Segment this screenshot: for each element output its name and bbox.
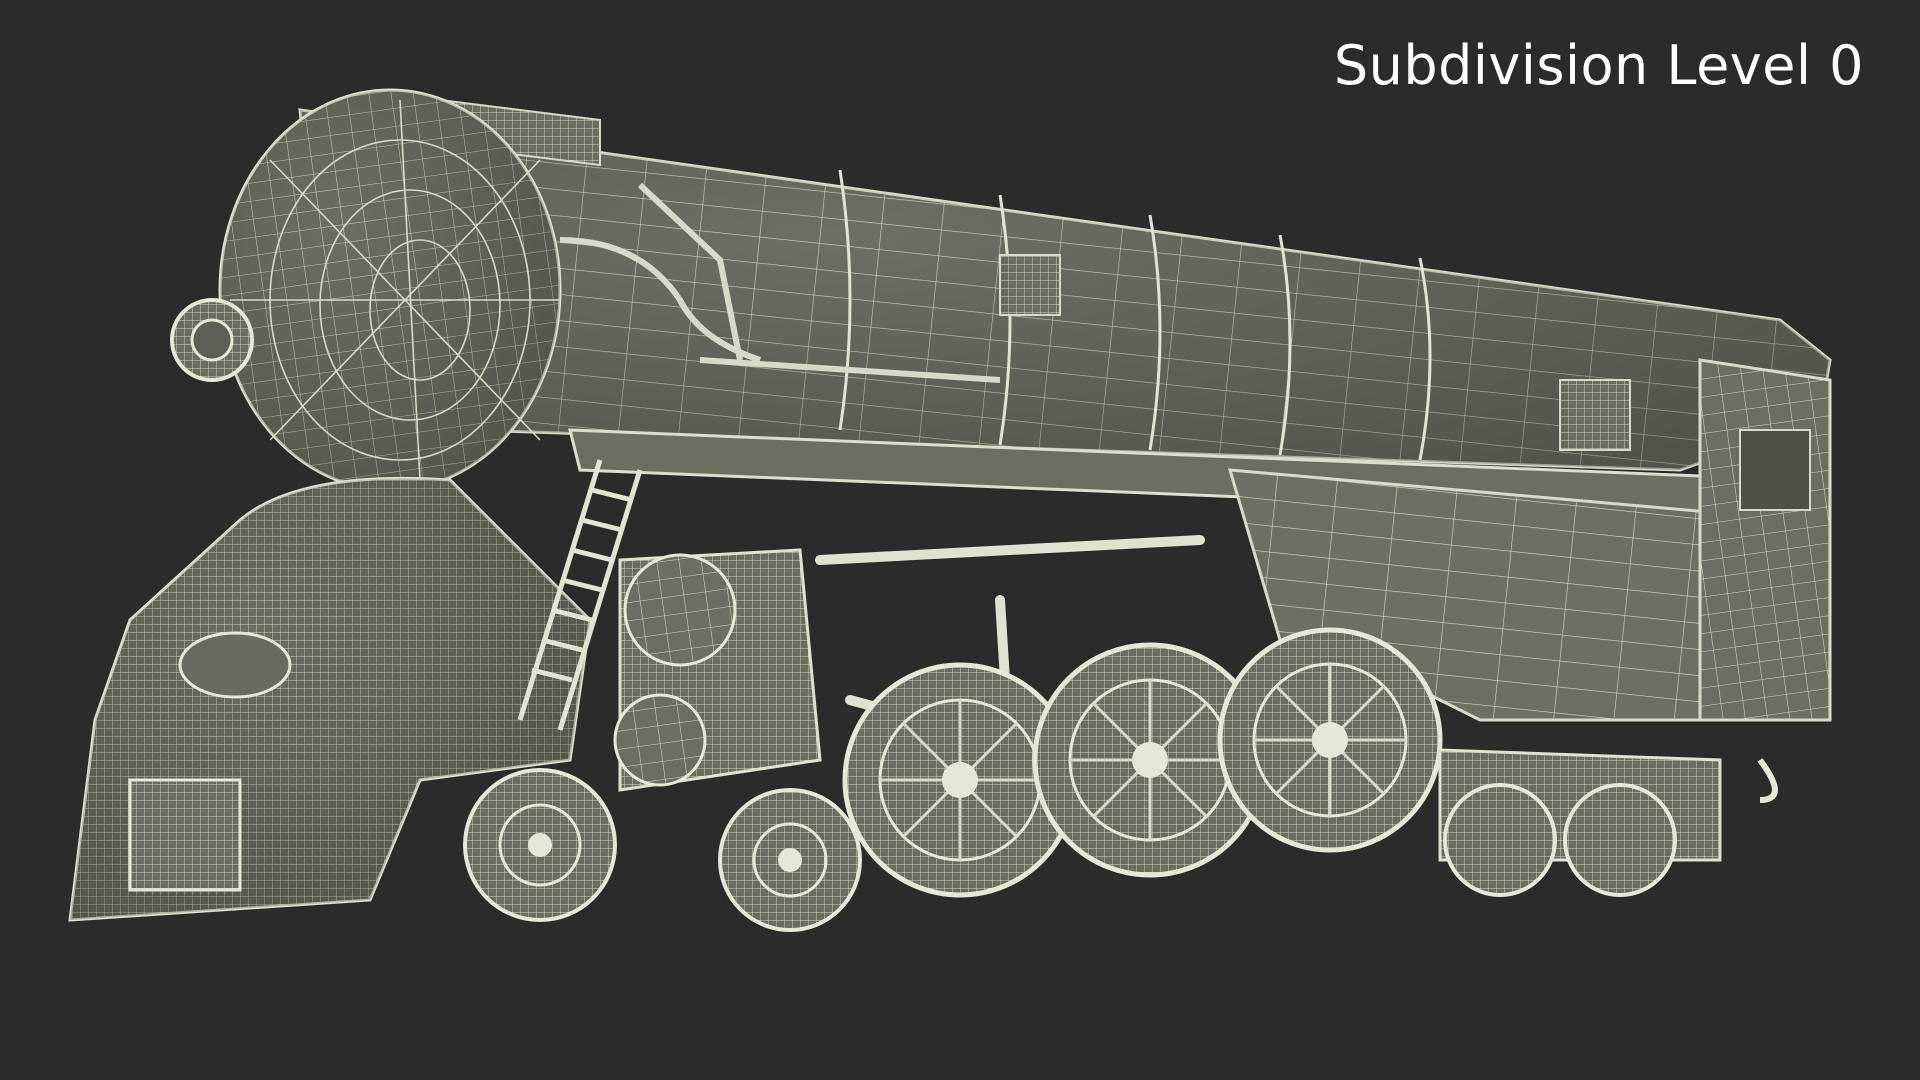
render-viewport: Subdivision Level 0 [0, 0, 1920, 1080]
trailing-truck [1438, 748, 1778, 897]
cylinder-block [613, 548, 822, 792]
subdivision-level-label: Subdivision Level 0 [1333, 34, 1864, 97]
smokebox-front [170, 88, 562, 492]
driving-wheels [842, 627, 1443, 898]
locomotive-wireframe-render [68, 88, 1832, 932]
leading-wheels [463, 768, 862, 932]
